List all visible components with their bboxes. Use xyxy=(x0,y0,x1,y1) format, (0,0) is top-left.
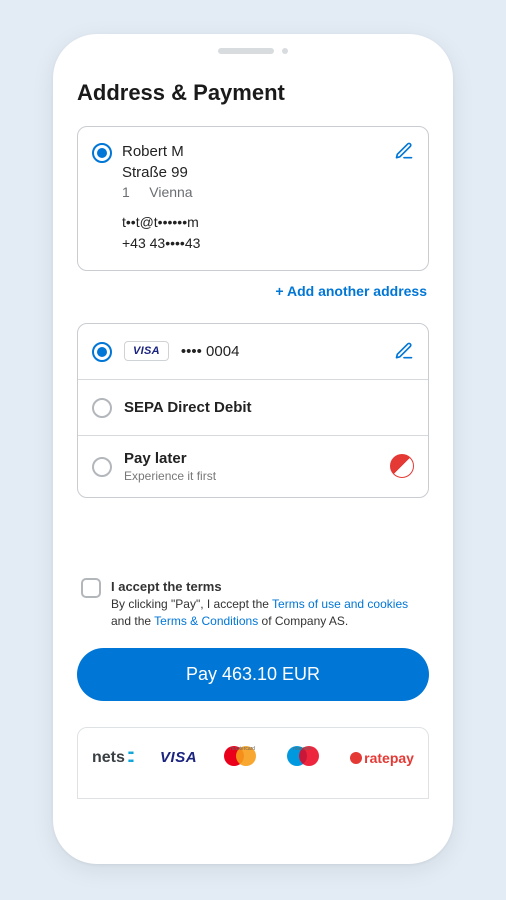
terms-text: I accept the terms By clicking "Pay", I … xyxy=(111,578,425,630)
terms-conditions-link[interactable]: Terms & Conditions xyxy=(154,614,258,628)
address-radio-selected[interactable] xyxy=(92,143,112,163)
payment-method-card[interactable]: VISA •••• 0004 xyxy=(78,324,428,380)
visa-badge-icon: VISA xyxy=(124,341,169,361)
payment-radio-card[interactable] xyxy=(92,342,112,362)
address-zip: 1 xyxy=(122,184,130,200)
payment-method-paylater[interactable]: Pay later Experience it first xyxy=(78,436,428,497)
card-masked-number: •••• 0004 xyxy=(181,343,382,360)
nets-logo-icon: nets▪▪▪▪ xyxy=(92,749,133,767)
mastercard-logo-icon: mastercard xyxy=(224,746,260,770)
payment-brand-footer: nets▪▪▪▪ VISA mastercard maestro ratepay xyxy=(77,727,429,799)
terms-row: I accept the terms By clicking "Pay", I … xyxy=(77,578,429,630)
payment-method-sepa[interactable]: SEPA Direct Debit xyxy=(78,380,428,436)
address-details: Robert M Straße 99 1 Vienna t••t@t••••••… xyxy=(122,141,384,254)
sepa-label: SEPA Direct Debit xyxy=(124,399,414,416)
terms-checkbox[interactable] xyxy=(81,578,101,598)
phone-frame: Address & Payment Robert M Straße 99 1 V… xyxy=(53,34,453,864)
payment-radio-sepa[interactable] xyxy=(92,398,112,418)
address-phone: +43 43••••43 xyxy=(122,234,384,254)
maestro-logo-icon: maestro xyxy=(287,746,323,770)
paylater-sub: Experience it first xyxy=(124,469,378,483)
address-city: Vienna xyxy=(149,184,192,200)
address-email: t••t@t••••••m xyxy=(122,213,384,233)
paylater-brand-icon xyxy=(390,454,414,478)
payment-radio-paylater[interactable] xyxy=(92,457,112,477)
paylater-label: Pay later xyxy=(124,450,187,467)
payment-method-list: VISA •••• 0004 SEPA Direct Debit Pay lat… xyxy=(77,323,429,498)
checkout-screen: Address & Payment Robert M Straße 99 1 V… xyxy=(53,54,453,864)
ratepay-logo-icon: ratepay xyxy=(350,750,414,766)
phone-notch xyxy=(53,34,453,54)
terms-title: I accept the terms xyxy=(111,579,222,594)
address-name: Robert M xyxy=(122,141,384,162)
page-title: Address & Payment xyxy=(77,80,429,106)
address-street: Straße 99 xyxy=(122,162,384,183)
pencil-icon[interactable] xyxy=(394,341,414,361)
visa-logo-icon: VISA xyxy=(160,749,197,766)
pay-button[interactable]: Pay 463.10 EUR xyxy=(77,648,429,701)
pencil-icon[interactable] xyxy=(394,141,414,161)
terms-of-use-link[interactable]: Terms of use and cookies xyxy=(272,597,408,611)
add-address-link[interactable]: + Add another address xyxy=(77,283,427,299)
address-card[interactable]: Robert M Straße 99 1 Vienna t••t@t••••••… xyxy=(77,126,429,271)
